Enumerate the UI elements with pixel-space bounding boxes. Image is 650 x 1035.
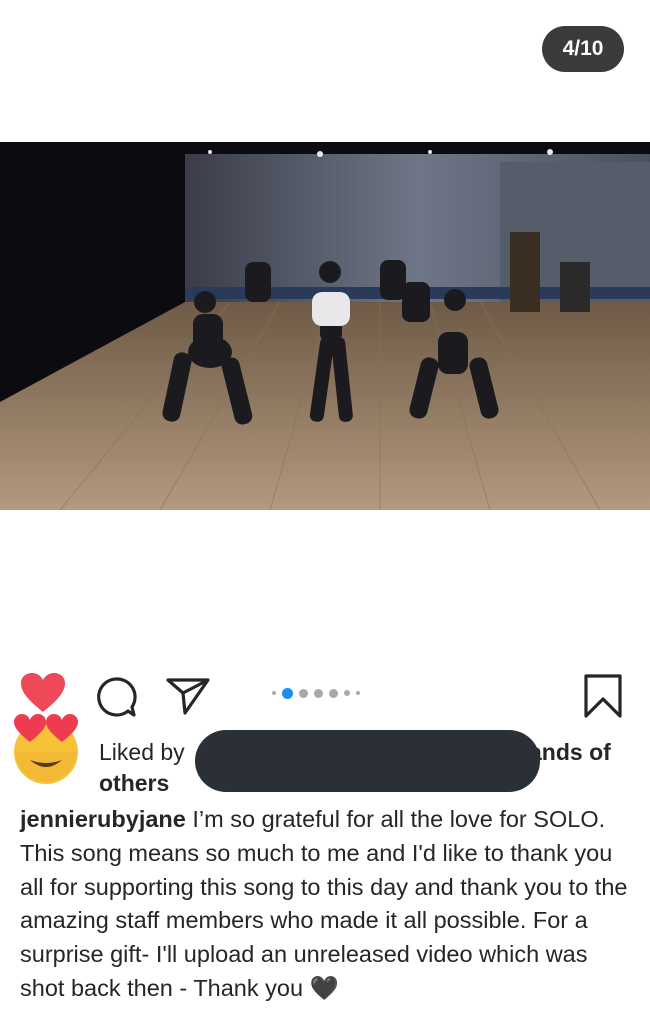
- carousel-dot: [272, 691, 276, 695]
- carousel-counter: 4/10: [542, 26, 624, 72]
- heart-eyes-emoji-icon[interactable]: [8, 712, 84, 784]
- post-caption: jennierubyjane I’m so grateful for all t…: [20, 803, 632, 1006]
- carousel-dot-active: [282, 687, 293, 699]
- redacted-username-bar: [195, 730, 540, 792]
- caption-text: I’m so grateful for all the love for SOL…: [20, 806, 628, 1001]
- liked-by-label: Liked by: [99, 739, 185, 765]
- carousel-dot: [356, 691, 360, 695]
- dance-practice-image: [0, 142, 650, 510]
- carousel-dots: [272, 686, 360, 700]
- carousel-dot: [344, 690, 350, 696]
- carousel-dot: [314, 688, 323, 698]
- paper-plane-icon[interactable]: [165, 676, 211, 716]
- heart-filled-icon[interactable]: [20, 672, 66, 714]
- caption-username[interactable]: jennierubyjane: [20, 806, 186, 832]
- carousel-dot: [329, 688, 338, 698]
- others-link[interactable]: others: [99, 767, 169, 799]
- likes-count-tail[interactable]: ands of: [529, 736, 611, 768]
- carousel-dot: [299, 688, 308, 698]
- post-photo[interactable]: [0, 142, 650, 510]
